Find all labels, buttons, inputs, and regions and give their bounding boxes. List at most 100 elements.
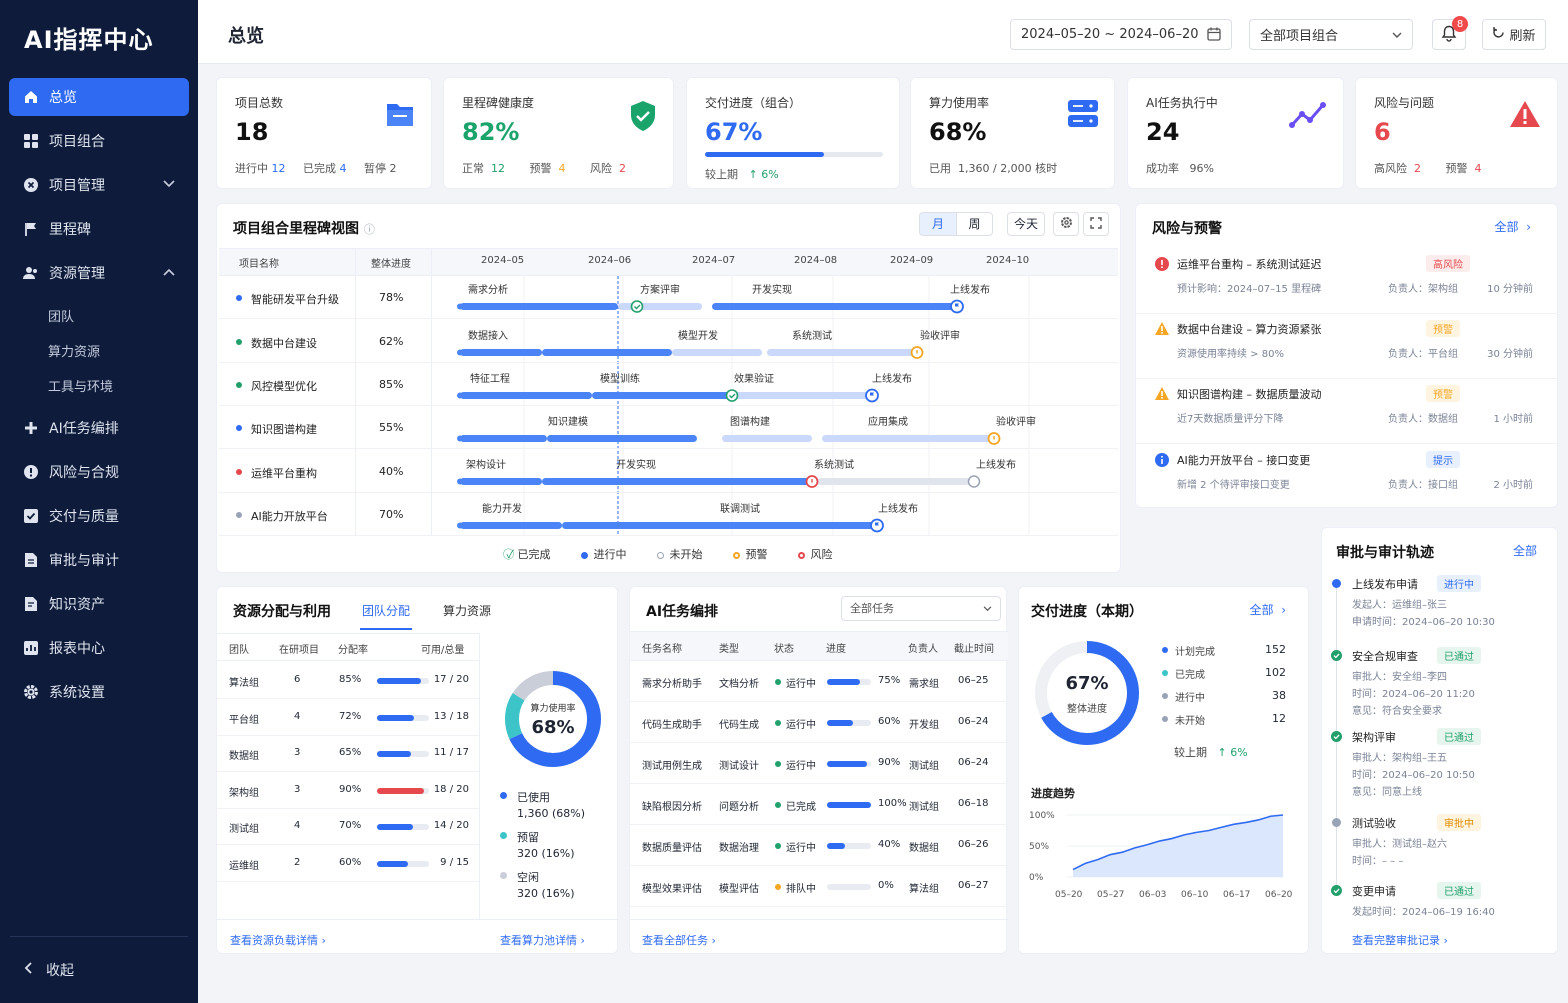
- kpi-card-compute[interactable]: 算力使用率 68% 已用 1,360 / 2,000 核时: [910, 77, 1115, 189]
- tab-compute-resource[interactable]: 算力资源: [443, 602, 491, 619]
- kpi-card-ai-tasks[interactable]: AI任务执行中 24 成功率 96%: [1127, 77, 1344, 189]
- delivery-all-link[interactable]: 全部 ›: [1250, 601, 1286, 618]
- nav-item-settings[interactable]: 系统设置: [9, 673, 189, 711]
- approval-detail: 审批人：测试组–赵六: [1352, 839, 1447, 850]
- view-week-button[interactable]: 周: [955, 213, 992, 235]
- gantt-row[interactable]: 智能研发平台升级 78%: [219, 276, 1118, 319]
- nav-item-knowledge[interactable]: 知识资产: [9, 585, 189, 623]
- risk-item[interactable]: 知识图谱构建 – 数据质量波动 预警 近7天数据质量评分下降 负责人：数据组 1 小时前: [1136, 382, 1559, 444]
- task-name: 代码生成助手: [642, 720, 702, 731]
- nav-item-risk[interactable]: 风险与合规: [9, 453, 189, 491]
- resource-detail-link[interactable]: 查看资源负载详情 ›: [230, 932, 326, 948]
- gantt-settings-button[interactable]: [1053, 212, 1079, 236]
- nav-item-ai-tasks[interactable]: AI任务编排: [9, 409, 189, 447]
- approval-item[interactable]: 架构评审 已通过 审批人：架构组–王五 时间：2024–06–20 10:50 意见：同…: [1322, 728, 1559, 799]
- nav-sub-tools[interactable]: 工具与环境: [0, 368, 198, 403]
- nav-item-delivery[interactable]: 交付与质量: [9, 497, 189, 535]
- task-due: 06–27: [958, 880, 989, 891]
- ai-task-row[interactable]: 模型效果评估 模型评估 排队中 0% 算法组 06–27: [630, 866, 1008, 907]
- gantt-row[interactable]: 数据中台建设 62%: [219, 320, 1118, 363]
- nav-item-approval[interactable]: 审批与审计: [9, 541, 189, 579]
- nav-item-projects[interactable]: 项目管理: [9, 166, 189, 204]
- trend-line-icon: [1289, 100, 1327, 133]
- ai-task-row[interactable]: 缺陷根因分析 问题分析 已完成 100% 测试组 06–18: [630, 784, 1008, 825]
- nav-item-milestones[interactable]: 里程碑: [9, 210, 189, 248]
- risk-tag: 提示: [1426, 451, 1460, 468]
- date-range-picker[interactable]: 2024–05–20 ~ 2024–06–20: [1010, 19, 1232, 50]
- project-portfolio-select[interactable]: 全部项目组合: [1249, 19, 1413, 50]
- kpi-card-projects[interactable]: 项目总数 18 进行中 12 已完成 4 暂停 2: [216, 77, 432, 189]
- nav-sub-compute[interactable]: 算力资源: [0, 333, 198, 368]
- collapse-sidebar-button[interactable]: 收起: [10, 936, 188, 1003]
- col-rate: 分配率: [338, 645, 368, 656]
- kpi-value: 68%: [929, 118, 987, 146]
- view-month-button[interactable]: 月: [920, 213, 956, 235]
- nav-item-portfolio[interactable]: 项目组合: [9, 122, 189, 160]
- today-button[interactable]: 今天: [1007, 212, 1045, 236]
- gantt-row[interactable]: AI能力开放平台 70%: [219, 493, 1118, 536]
- resource-row[interactable]: 数据组 3 65% 11 / 17: [217, 736, 479, 772]
- approval-item[interactable]: 安全合规审查 已通过 审批人：安全组–李四 时间：2024–06–20 11:20 意见…: [1322, 647, 1559, 718]
- task-filter-select[interactable]: 全部任务: [841, 596, 1001, 621]
- ai-task-row[interactable]: 代码生成助手 代码生成 运行中 60% 开发组 06–24: [630, 702, 1008, 743]
- gantt-row[interactable]: 运维平台重构 40%: [219, 450, 1118, 493]
- resource-row[interactable]: 架构组 3 90% 18 / 20: [217, 773, 479, 809]
- risk-item[interactable]: AI能力开放平台 – 接口变更 提示 新增 2 个待评审接口变更 负责人：接口组 2 小…: [1136, 448, 1559, 510]
- risk-item[interactable]: 运维平台重构 – 系统测试延迟 高风险 预计影响：2024–07–15 里程碑 负责人…: [1136, 252, 1559, 314]
- gantt-month-label: 2024–09: [890, 255, 934, 266]
- ai-footer-divider: [630, 919, 1008, 920]
- all-tasks-link[interactable]: 查看全部任务 ›: [642, 932, 716, 948]
- legend-value: 320 (16%): [517, 887, 575, 900]
- compute-pool-link[interactable]: 查看算力池详情 ›: [500, 932, 585, 948]
- doc-icon: [23, 552, 39, 568]
- ai-task-row[interactable]: 测试用例生成 测试设计 运行中 90% 测试组 06–24: [630, 743, 1008, 784]
- ai-task-row[interactable]: 数据质量评估 数据治理 运行中 40% 数据组 06–26: [630, 825, 1008, 866]
- nav-item-overview[interactable]: 总览: [9, 78, 189, 116]
- top-bar: 总览 2024–05–20 ~ 2024–06–20 全部项目组合 8 刷新: [198, 0, 1568, 64]
- task-progress-track: [827, 802, 871, 808]
- kpi-card-delivery[interactable]: 交付进度（组合） 67% 较上期 ↑ 6%: [686, 77, 900, 189]
- ai-task-row[interactable]: 需求分析助手 文档分析 运行中 75% 需求组 06–25: [630, 661, 1008, 702]
- task-owner: 开发组: [909, 720, 939, 731]
- approval-item[interactable]: 测试验收 审批中 审批人：测试组–赵六 时间：– – –: [1322, 814, 1559, 885]
- collapse-label: 收起: [46, 963, 74, 979]
- approval-title: 架构评审: [1352, 731, 1396, 744]
- risk-alert-panel: 风险与预警 全部 › 运维平台重构 – 系统测试延迟 高风险 预计影响：2024–0…: [1135, 203, 1559, 510]
- nav-item-reports[interactable]: 报表中心: [9, 629, 189, 667]
- y-tick-label: 100%: [1029, 811, 1055, 821]
- approval-detail: 申请时间：2024–06–20 10:30: [1352, 617, 1495, 628]
- stat-label: 进行中: [1175, 693, 1205, 704]
- task-progress-fill: [827, 720, 854, 726]
- task-type: 问题分析: [719, 802, 759, 813]
- task-progress: 100%: [878, 798, 907, 809]
- approval-item[interactable]: 上线发布申请 进行中 发起人：运维组–张三 申请时间：2024–06–20 10:30: [1322, 575, 1559, 646]
- risk-all-link[interactable]: 全部 ›: [1495, 218, 1531, 235]
- resource-row[interactable]: 运维组 2 60% 9 / 15: [217, 846, 479, 882]
- approval-all-link[interactable]: 全部: [1513, 542, 1537, 559]
- tab-team-allocation[interactable]: 团队分配: [362, 602, 410, 619]
- task-type: 文档分析: [719, 679, 759, 690]
- gantt-row[interactable]: 风控模型优化 85%: [219, 363, 1118, 406]
- nav-item-resources[interactable]: 资源管理: [9, 254, 189, 292]
- progress-trend-chart: 100% 50% 0% 05–20 05–27 06–03 06–10 06–17 06–20: [1029, 811, 1293, 900]
- kpi-subline: 正常 12 预警 4 风险 2: [462, 162, 626, 175]
- ai-col-header: 类型: [719, 644, 739, 655]
- grid-icon: [23, 133, 39, 149]
- stat-label: 未开始: [1175, 716, 1205, 727]
- gantt-fullscreen-button[interactable]: [1083, 212, 1109, 236]
- resource-row[interactable]: 平台组 4 72% 13 / 18: [217, 700, 479, 736]
- info-icon: ⓘ: [363, 223, 375, 236]
- refresh-button[interactable]: 刷新: [1482, 19, 1546, 50]
- kpi-card-milestone[interactable]: 里程碑健康度 82% 正常 12 预警 4 风险 2: [443, 77, 674, 189]
- task-name: 模型效果评估: [642, 884, 702, 895]
- resource-row[interactable]: 算法组 6 85% 17 / 20: [217, 663, 479, 699]
- approval-item[interactable]: 变更申请 已通过 发起时间：2024–06–19 16:40: [1322, 882, 1559, 953]
- risk-item[interactable]: 数据中台建设 – 算力资源紧张 预警 资源使用率持续 > 80% 负责人：平台组 30 …: [1136, 317, 1559, 379]
- kpi-card-risks[interactable]: 风险与问题 6 高风险 2 预警 4: [1355, 77, 1558, 189]
- x-tick-label: 05–27: [1097, 890, 1124, 900]
- resource-row[interactable]: 测试组 4 70% 14 / 20: [217, 809, 479, 845]
- stat-dot: [1162, 647, 1168, 653]
- task-status: 已完成: [786, 802, 816, 813]
- nav-sub-team[interactable]: 团队: [0, 298, 198, 333]
- gantt-row[interactable]: 知识图谱构建 55%: [219, 406, 1118, 449]
